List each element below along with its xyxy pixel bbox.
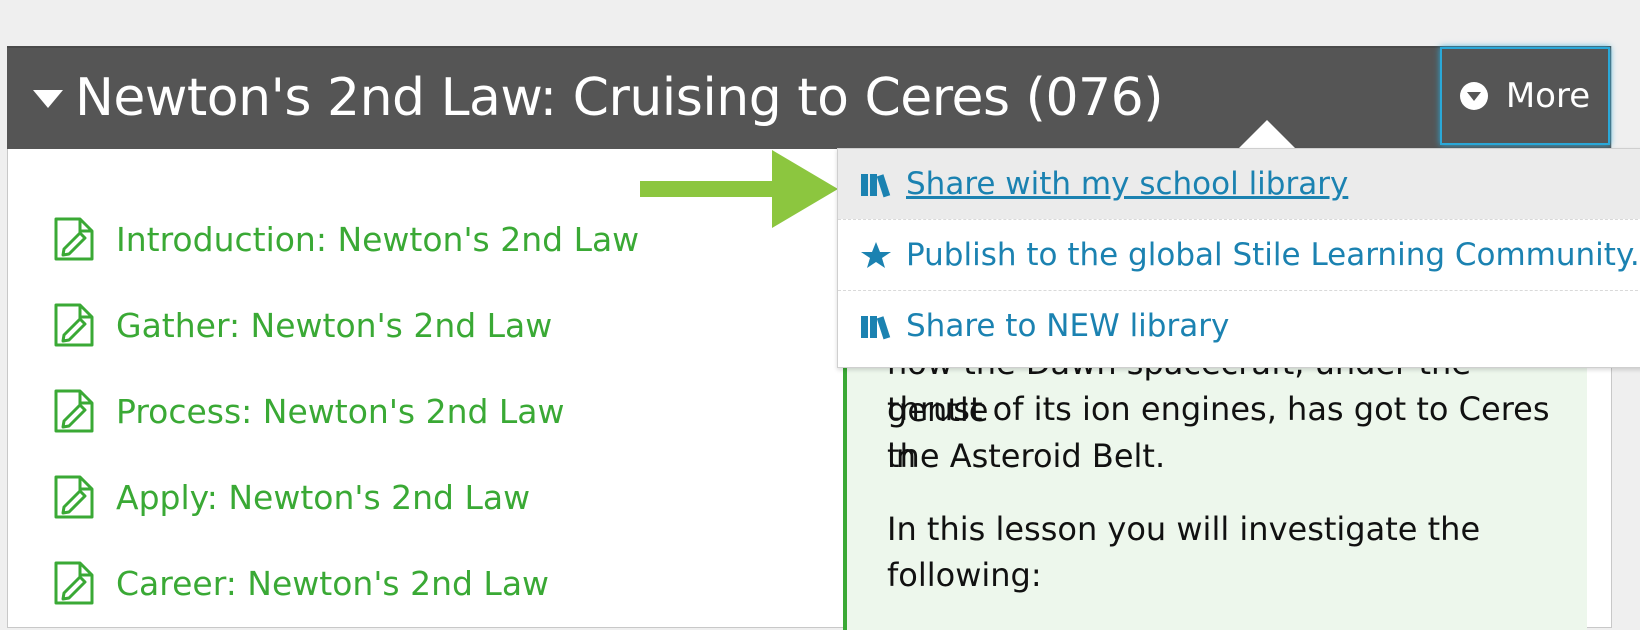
worksheet-edit-icon — [54, 217, 94, 261]
menu-item-share-new-library[interactable]: Share to NEW library — [838, 291, 1640, 361]
lesson-item-gather[interactable]: Gather: Newton's 2nd Law — [48, 282, 639, 368]
lesson-link[interactable]: Career: Newton's 2nd Law — [116, 564, 549, 603]
collapse-caret-icon[interactable] — [33, 90, 63, 108]
lesson-item-career[interactable]: Career: Newton's 2nd Law — [48, 540, 639, 626]
lesson-header: Newton's 2nd Law: Cruising to Ceres (076… — [7, 46, 1611, 149]
worksheet-edit-icon — [54, 475, 94, 519]
lesson-list: Introduction: Newton's 2nd Law Gather: N… — [48, 196, 639, 626]
lesson-item-apply[interactable]: Apply: Newton's 2nd Law — [48, 454, 639, 540]
lesson-link[interactable]: Apply: Newton's 2nd Law — [116, 478, 530, 517]
lesson-title: Newton's 2nd Law: Cruising to Ceres (076… — [75, 68, 1163, 128]
library-icon — [861, 316, 891, 340]
lesson-item-process[interactable]: Process: Newton's 2nd Law — [48, 368, 639, 454]
worksheet-edit-icon — [54, 389, 94, 433]
worksheet-edit-icon — [54, 303, 94, 347]
star-icon — [861, 242, 891, 268]
lesson-link[interactable]: Introduction: Newton's 2nd Law — [116, 220, 639, 259]
worksheet-edit-icon — [54, 561, 94, 605]
menu-item-share-school-library[interactable]: Share with my school library — [838, 149, 1640, 219]
title-toggle[interactable]: Newton's 2nd Law: Cruising to Ceres (076… — [33, 66, 1163, 130]
lesson-item-introduction[interactable]: Introduction: Newton's 2nd Law — [48, 196, 639, 282]
more-button-label: More — [1505, 76, 1591, 116]
lesson-link[interactable]: Gather: Newton's 2nd Law — [116, 306, 552, 345]
lesson-link[interactable]: Process: Newton's 2nd Law — [116, 392, 565, 431]
description-text: the Asteroid Belt. — [887, 437, 1166, 475]
lesson-description: how the Dawn spacecraft, under the gentl… — [843, 330, 1587, 630]
description-text: following: — [887, 556, 1042, 594]
menu-item-label: Publish to the global Stile Learning Com… — [906, 237, 1640, 273]
description-text: In this lesson you will investigate the — [887, 510, 1481, 548]
more-dropdown-menu: Share with my school library Publish to … — [837, 148, 1640, 368]
more-button[interactable]: More — [1440, 47, 1610, 145]
green-pointer-arrow-icon — [640, 150, 838, 228]
menu-item-label: Share to NEW library — [906, 308, 1230, 344]
library-icon — [861, 174, 891, 198]
menu-item-label: Share with my school library — [906, 166, 1349, 202]
dropdown-pointer — [1238, 120, 1296, 149]
menu-item-publish-global[interactable]: Publish to the global Stile Learning Com… — [838, 220, 1640, 290]
dropdown-circle-icon — [1459, 82, 1488, 110]
